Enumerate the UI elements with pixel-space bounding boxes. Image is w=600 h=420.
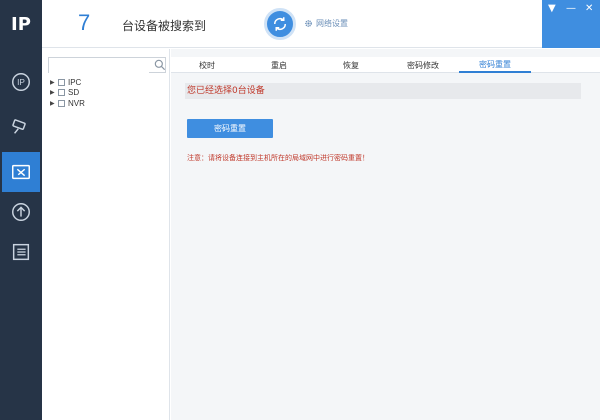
- main-panel: 校时 重启 恢复 密码修改 密码重置 您已经选择0台设备 密码重置 注意：请将设…: [171, 49, 600, 420]
- menu-button[interactable]: ▼: [548, 4, 556, 14]
- ip-icon: IP: [12, 73, 30, 91]
- tab-reboot[interactable]: 重启: [243, 57, 315, 73]
- sidebar-item-tools[interactable]: [2, 152, 40, 192]
- checkbox[interactable]: [58, 99, 65, 107]
- checkbox[interactable]: [58, 78, 65, 86]
- device-tree: ▶ IPC ▶ SD ▶ NVR: [50, 77, 85, 109]
- expand-icon[interactable]: ▶: [50, 79, 58, 86]
- network-settings-label: 网络设置: [316, 19, 348, 28]
- sidebar-item-camera[interactable]: [0, 106, 42, 146]
- gear-icon: [305, 20, 312, 27]
- app-logo-text: IP: [11, 13, 31, 35]
- tab-time-sync[interactable]: 校时: [171, 57, 243, 73]
- app-logo: IP: [0, 0, 42, 48]
- tab-change-password[interactable]: 密码修改: [387, 57, 459, 73]
- camera-icon: [12, 119, 26, 134]
- tree-item-label: SD: [68, 88, 80, 97]
- header: 7 台设备被搜索到 网络设置 ▼ — ✕: [42, 0, 600, 48]
- found-label: 台设备被搜索到: [122, 19, 207, 33]
- upload-icon: [12, 203, 30, 221]
- sidebar: IP IP: [0, 0, 42, 420]
- sidebar-item-list[interactable]: [0, 232, 42, 272]
- tree-item-ipc[interactable]: ▶ IPC: [50, 77, 85, 87]
- tools-icon: [12, 164, 30, 180]
- device-count: 7: [78, 10, 91, 35]
- minimize-button[interactable]: —: [566, 4, 576, 14]
- search-icon[interactable]: [153, 58, 167, 72]
- tab-bar: 校时 重启 恢复 密码修改 密码重置: [171, 57, 600, 73]
- close-button[interactable]: ✕: [585, 4, 593, 14]
- refresh-icon: [273, 17, 287, 31]
- selected-count-text: 您已经选择0台设备: [185, 83, 581, 99]
- list-icon: [12, 243, 30, 261]
- refresh-button[interactable]: [264, 8, 296, 40]
- svg-text:IP: IP: [17, 78, 25, 87]
- tree-item-sd[interactable]: ▶ SD: [50, 88, 85, 98]
- search-box: [48, 57, 167, 78]
- expand-icon[interactable]: ▶: [50, 89, 58, 96]
- tree-item-label: IPC: [68, 77, 82, 87]
- notice-text: 注意：请将设备连接到主机所在的局域网中进行密码重置！: [187, 154, 369, 162]
- search-input[interactable]: [49, 64, 149, 78]
- sidebar-item-upload[interactable]: [0, 192, 42, 232]
- sidebar-item-ip[interactable]: IP: [0, 62, 42, 102]
- tree-item-nvr[interactable]: ▶ NVR: [50, 98, 85, 108]
- tab-reset-password[interactable]: 密码重置: [459, 57, 531, 73]
- device-tree-panel: ▶ IPC ▶ SD ▶ NVR: [42, 49, 170, 420]
- tree-item-label: NVR: [68, 98, 85, 108]
- expand-icon[interactable]: ▶: [50, 100, 58, 107]
- tab-restore[interactable]: 恢复: [315, 57, 387, 73]
- window-controls: ▼ — ✕: [542, 0, 600, 48]
- reset-password-button[interactable]: 密码重置: [187, 119, 273, 138]
- checkbox[interactable]: [58, 89, 65, 96]
- network-settings-link[interactable]: 网络设置: [304, 18, 348, 29]
